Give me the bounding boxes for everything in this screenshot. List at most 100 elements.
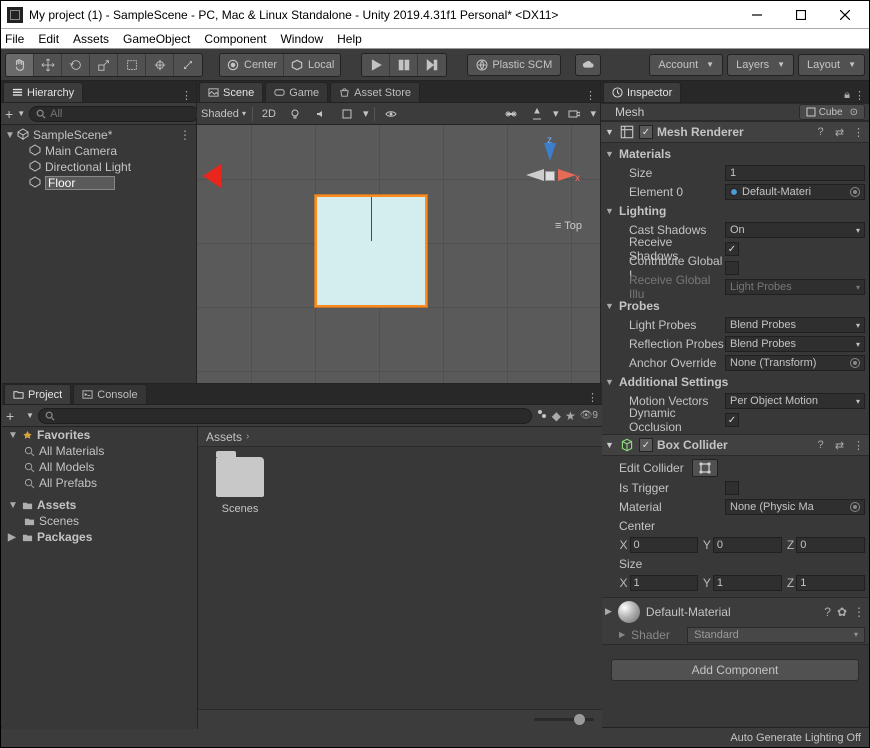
- fx-toggle[interactable]: [337, 106, 357, 122]
- scene-camera-settings[interactable]: [501, 106, 521, 122]
- move-tool[interactable]: [34, 54, 62, 76]
- orientation-gizmo[interactable]: z x: [520, 135, 580, 215]
- project-search-input[interactable]: [59, 410, 525, 422]
- selected-cube[interactable]: [315, 195, 427, 307]
- mesh-renderer-header[interactable]: ▼ Mesh Renderer ?⇄⋮: [601, 121, 869, 143]
- box-collider-enabled[interactable]: [639, 438, 653, 452]
- additional-foldout[interactable]: ▼Additional Settings: [605, 373, 865, 391]
- panel-menu-icon[interactable]: ⋮: [854, 89, 865, 102]
- hierarchy-search-input[interactable]: [50, 108, 192, 120]
- help-icon[interactable]: ?: [814, 439, 827, 452]
- hierarchy-search[interactable]: [29, 106, 199, 122]
- gameobject-renaming-row[interactable]: [1, 175, 196, 191]
- inspector-lock-icon[interactable]: 🔒︎: [844, 89, 850, 102]
- custom-tool[interactable]: [174, 54, 202, 76]
- rect-tool[interactable]: [118, 54, 146, 76]
- packages-folder[interactable]: ▶Packages: [2, 529, 197, 545]
- menu-assets[interactable]: Assets: [73, 32, 109, 46]
- hand-tool[interactable]: [6, 54, 34, 76]
- size-y-field[interactable]: [713, 575, 782, 591]
- center-x-field[interactable]: [630, 537, 699, 553]
- help-icon[interactable]: ?: [814, 126, 827, 139]
- preset-icon[interactable]: ⇄: [833, 439, 846, 452]
- rename-input[interactable]: [45, 176, 115, 190]
- mesh-filter-collapsed[interactable]: Mesh Cube⊙: [601, 103, 869, 121]
- scene-camera-icon[interactable]: [564, 106, 584, 122]
- play-button[interactable]: [362, 54, 390, 76]
- perspective-label[interactable]: Top: [555, 220, 582, 232]
- scene-row[interactable]: ▼ SampleScene* ⋮: [1, 127, 196, 143]
- console-tab[interactable]: Console: [73, 384, 146, 404]
- close-button[interactable]: [823, 2, 867, 28]
- hierarchy-create-button[interactable]: +: [5, 106, 13, 122]
- preset-icon[interactable]: ✿: [837, 605, 847, 619]
- materials-foldout[interactable]: ▼Materials: [605, 145, 865, 163]
- cloud-button[interactable]: [575, 54, 601, 76]
- panel-menu-icon[interactable]: ⋮: [587, 391, 598, 404]
- panel-menu-icon[interactable]: ⋮: [585, 89, 596, 102]
- help-icon[interactable]: ?: [824, 605, 831, 619]
- assets-folder[interactable]: ▼Assets: [2, 497, 197, 513]
- favorite-item[interactable]: All Models: [2, 459, 197, 475]
- menu-help[interactable]: Help: [337, 32, 362, 46]
- shader-dropdown[interactable]: Standard▾: [687, 627, 865, 643]
- transform-tool-combined[interactable]: [146, 54, 174, 76]
- menu-window[interactable]: Window: [280, 32, 323, 46]
- project-tab[interactable]: Project: [4, 384, 71, 404]
- probes-foldout[interactable]: ▼Probes: [605, 297, 865, 315]
- rotate-tool[interactable]: [62, 54, 90, 76]
- shading-dropdown[interactable]: Shaded▾: [201, 108, 246, 120]
- receive-shadows-checkbox[interactable]: [725, 242, 739, 256]
- project-favorite-icon[interactable]: ★: [565, 409, 576, 423]
- edit-collider-button[interactable]: [692, 459, 718, 477]
- menu-edit[interactable]: Edit: [38, 32, 59, 46]
- center-z-field[interactable]: [796, 537, 865, 553]
- gizmos-toggle[interactable]: [527, 106, 547, 122]
- asset-breadcrumb[interactable]: Assets›: [198, 427, 602, 447]
- project-search[interactable]: [38, 408, 532, 424]
- scale-tool[interactable]: [90, 54, 118, 76]
- scene-visibility-toggle[interactable]: [381, 106, 401, 122]
- scene-tab[interactable]: Scene: [199, 82, 263, 102]
- assetstore-tab[interactable]: Asset Store: [330, 82, 420, 102]
- asset-item[interactable]: Scenes: [208, 457, 272, 515]
- menu-file[interactable]: File: [5, 32, 24, 46]
- game-tab[interactable]: Game: [265, 82, 328, 102]
- component-menu-icon[interactable]: ⋮: [852, 126, 865, 139]
- layout-dropdown[interactable]: Layout▼: [798, 54, 865, 76]
- project-hidden-icon[interactable]: 👁︎9: [580, 410, 598, 421]
- light-probes-dropdown[interactable]: Blend Probes▾: [725, 317, 865, 333]
- collab-button[interactable]: Plastic SCM: [467, 54, 561, 76]
- gameobject-row[interactable]: Directional Light: [1, 159, 196, 175]
- project-create-button[interactable]: +: [6, 408, 22, 424]
- menu-gameobject[interactable]: GameObject: [123, 32, 190, 46]
- hierarchy-tab[interactable]: Hierarchy: [3, 82, 83, 102]
- panel-menu-icon[interactable]: ⋮: [181, 89, 192, 102]
- thumbnail-size-slider[interactable]: [534, 718, 594, 721]
- mesh-renderer-enabled[interactable]: [639, 125, 653, 139]
- box-collider-header[interactable]: ▼ Box Collider ?⇄⋮: [601, 434, 869, 456]
- asset-grid[interactable]: Scenes: [198, 447, 602, 709]
- favorite-item[interactable]: All Prefabs: [2, 475, 197, 491]
- inspector-tab[interactable]: Inspector: [603, 82, 681, 102]
- is-trigger-checkbox[interactable]: [725, 481, 739, 495]
- project-filter-icon[interactable]: [536, 408, 548, 423]
- maximize-button[interactable]: [779, 2, 823, 28]
- anchor-override-field[interactable]: None (Transform): [725, 355, 865, 371]
- physic-material-field[interactable]: None (Physic Ma: [725, 499, 865, 515]
- account-dropdown[interactable]: Account▼: [649, 54, 723, 76]
- lighting-foldout[interactable]: ▼Lighting: [605, 202, 865, 220]
- gameobject-row[interactable]: Main Camera: [1, 143, 196, 159]
- menu-component[interactable]: Component: [204, 32, 266, 46]
- audio-toggle[interactable]: [311, 106, 331, 122]
- mesh-slot[interactable]: Cube⊙: [799, 104, 865, 120]
- scene-menu-icon[interactable]: ⋮: [179, 128, 192, 142]
- preset-icon[interactable]: ⇄: [833, 126, 846, 139]
- layers-dropdown[interactable]: Layers▼: [727, 54, 794, 76]
- size-z-field[interactable]: [796, 575, 865, 591]
- favorite-item[interactable]: All Materials: [2, 443, 197, 459]
- pause-button[interactable]: [390, 54, 418, 76]
- dynamic-occlusion-checkbox[interactable]: [725, 413, 739, 427]
- reflection-probes-dropdown[interactable]: Blend Probes▾: [725, 336, 865, 352]
- cast-shadows-dropdown[interactable]: On▾: [725, 222, 865, 238]
